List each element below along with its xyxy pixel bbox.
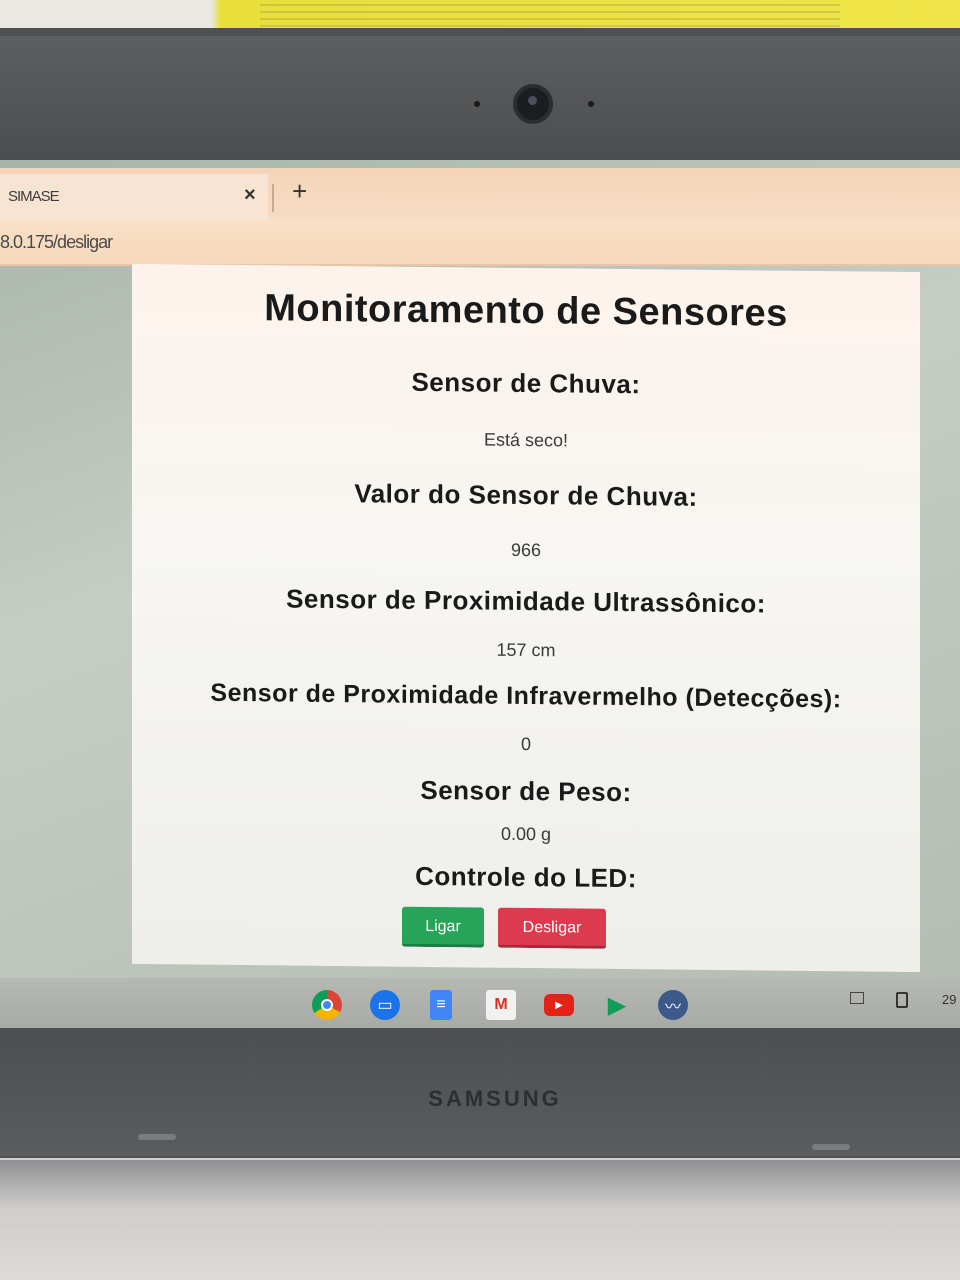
activity-icon[interactable]: 〰	[658, 990, 688, 1020]
page-title: Monitoramento de Sensores	[264, 287, 788, 335]
tab-title: SIMASE	[8, 188, 60, 205]
ultrasonic-heading: Sensor de Proximidade Ultrassônico:	[286, 583, 766, 619]
led-on-button[interactable]: Ligar	[402, 906, 484, 948]
phone-hub-icon[interactable]	[896, 992, 908, 1008]
url-text[interactable]: 8.0.175/desligar	[0, 232, 113, 253]
play-store-icon[interactable]: ▶	[602, 990, 632, 1020]
rain-value: 966	[510, 539, 542, 561]
rain-value-heading: Valor do Sensor de Chuva:	[354, 478, 698, 512]
screen: SIMASE × + 8.0.175/desligar Monitorament…	[0, 160, 960, 1028]
gmail-icon[interactable]: M	[486, 990, 516, 1020]
tab-bar: SIMASE × +	[0, 168, 960, 220]
top-bezel	[0, 36, 960, 166]
tab-simase[interactable]: SIMASE ×	[0, 174, 268, 220]
led-off-button[interactable]: Desligar	[498, 907, 606, 949]
os-shelf: ▭ ≡ M ▶ ▶ 〰 29	[0, 978, 960, 1028]
led-control-heading: Controle do LED:	[415, 860, 637, 894]
web-page: Monitoramento de Sensores Sensor de Chuv…	[132, 263, 920, 973]
hinge-left	[138, 1134, 176, 1140]
clock[interactable]: 29	[942, 992, 956, 1007]
weight-heading: Sensor de Peso:	[420, 774, 632, 808]
files-icon[interactable]: ▭	[370, 990, 400, 1020]
rain-sensor-heading: Sensor de Chuva:	[411, 366, 641, 400]
desk-surface	[0, 1160, 960, 1280]
tab-divider	[272, 184, 274, 212]
address-bar[interactable]: 8.0.175/desligar	[0, 220, 960, 266]
infrared-heading: Sensor de Proximidade Infravermelho (Det…	[210, 678, 842, 714]
sensor-dot	[588, 101, 594, 107]
brand-logo: SAMSUNG	[428, 1086, 562, 1111]
new-tab-icon[interactable]: +	[292, 176, 307, 207]
hinge-right	[812, 1144, 850, 1150]
close-tab-icon[interactable]: ×	[244, 184, 256, 207]
ultrasonic-value: 157 cm	[496, 639, 556, 661]
weight-value: 0.00 g	[500, 823, 552, 845]
infrared-value: 0	[520, 733, 531, 755]
chrome-icon[interactable]	[312, 990, 342, 1020]
youtube-icon[interactable]: ▶	[544, 994, 574, 1016]
screen-capture-icon[interactable]	[850, 992, 864, 1004]
rain-sensor-status: Está seco!	[483, 429, 569, 451]
docs-icon[interactable]: ≡	[430, 990, 452, 1020]
sensor-dot	[474, 101, 480, 107]
webcam-icon	[513, 84, 553, 124]
